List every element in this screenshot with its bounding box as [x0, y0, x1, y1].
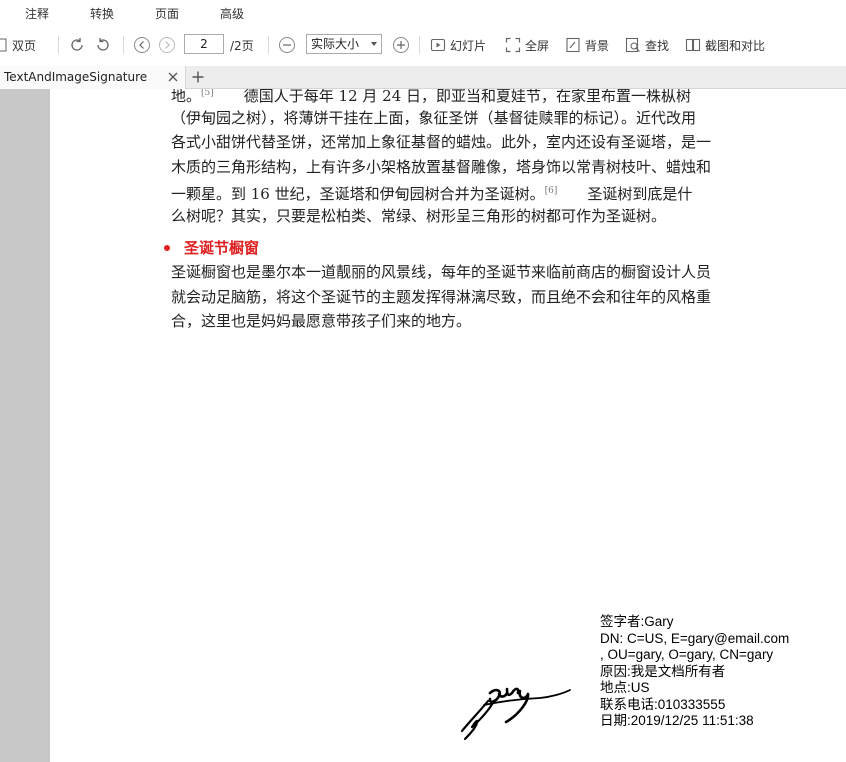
document-page: 地。[5] 德国人于每年 12 月 24 日，即亚当和夏娃节，在家里布置一株枞树…: [50, 89, 846, 762]
zoom-in-icon: [393, 37, 409, 53]
next-page-button[interactable]: [158, 35, 176, 55]
document-tab-title: TextAndImageSignature: [4, 70, 148, 84]
line-text: 地。: [171, 89, 202, 105]
prev-page-button[interactable]: [133, 35, 151, 55]
add-tab-icon[interactable]: [191, 70, 205, 84]
snapshot-compare-button[interactable]: 截图和对比: [685, 35, 765, 55]
background-icon: [566, 37, 580, 53]
menu-advanced[interactable]: 高级: [220, 5, 244, 22]
slideshow-icon: [430, 38, 446, 52]
fullscreen-label: 全屏: [525, 38, 550, 53]
section-heading: 圣诞节橱窗: [164, 237, 259, 258]
document-tab[interactable]: TextAndImageSignature: [0, 66, 186, 89]
background-button[interactable]: 背景: [565, 35, 609, 55]
toolbar: 双页 幻灯片 全屏 背景 查找 截图和对比: [0, 26, 846, 64]
toolbar-divider: [123, 36, 124, 54]
signature-image: [460, 687, 571, 741]
zoom-select[interactable]: 实际大小: [306, 34, 382, 54]
menu-bar: 注释 转换 页面 高级: [0, 0, 846, 26]
left-gutter: [0, 89, 50, 762]
sign-date: 日期:2019/12/25 11:51:38: [600, 713, 754, 728]
zoom-value: 实际大小: [311, 37, 360, 51]
slideshow-label: 幻灯片: [450, 38, 487, 53]
compare-icon: [685, 38, 701, 52]
bullet-icon: [164, 244, 170, 251]
text-line: 地。[5] 德国人于每年 12 月 24 日，即亚当和夏娃节，在家里布置一株枞树: [171, 89, 751, 106]
double-page-button[interactable]: 双页: [0, 35, 36, 55]
text-line: 么树呢？其实，只要是松柏类、常绿、树形呈三角形的树都可作为圣诞树。: [171, 206, 667, 225]
line-text: 一颗星。到 16 世纪，圣诞塔和伊甸园树合并为圣诞树。: [171, 185, 545, 203]
text-line: 木质的三角形结构，上有许多小架格放置基督雕像，塔身饰以常青树枝叶、蜡烛和: [171, 157, 712, 176]
fullscreen-icon: [505, 37, 521, 53]
footnote-ref: [6]: [544, 186, 558, 196]
sign-location: 地点:US: [600, 680, 650, 695]
rotate-clockwise-icon: [71, 38, 83, 51]
signature-details: 签字者:Gary DN: C=US, E=gary@email.com , OU…: [600, 614, 846, 730]
find-label: 查找: [645, 38, 670, 53]
rotate-cw-button[interactable]: [68, 35, 86, 55]
zoom-out-button[interactable]: [278, 35, 296, 55]
background-label: 背景: [585, 38, 610, 53]
footnote-ref: [5]: [201, 89, 214, 98]
section-heading-text: 圣诞节橱窗: [184, 239, 260, 257]
rotate-counterclockwise-icon: [97, 38, 109, 51]
zoom-out-icon: [279, 37, 295, 53]
menu-page[interactable]: 页面: [155, 5, 179, 22]
line-text-continued: 德国人于每年 12 月 24 日，即亚当和夏娃节，在家里布置一株枞树: [213, 89, 692, 105]
menu-convert[interactable]: 转换: [90, 5, 114, 22]
find-button[interactable]: 查找: [625, 35, 669, 55]
rotate-ccw-button[interactable]: [94, 35, 112, 55]
contact-phone: 联系电话:010333555: [600, 696, 726, 712]
page-number-input[interactable]: 2: [184, 34, 224, 54]
text-line: 各式小甜饼代替圣饼，还常加上象征基督的蜡烛。此外，室内还设有圣诞塔，是一: [171, 133, 712, 151]
signer-dn-continued: , OU=gary, O=gary, CN=gary: [600, 647, 774, 662]
text-line: 合，这里也是妈妈最愿意带孩子们来的地方。: [171, 312, 472, 330]
chevron-left-icon: [134, 37, 150, 53]
slideshow-button[interactable]: 幻灯片: [430, 35, 486, 55]
tab-strip: TextAndImageSignature: [0, 66, 846, 89]
zoom-in-button[interactable]: [392, 35, 410, 55]
page-total: /2页: [230, 39, 254, 53]
chevron-down-icon: [371, 42, 377, 46]
text-line: 圣诞橱窗也是墨尔本一道靓丽的风景线，每年的圣诞节来临前商店的橱窗设计人员: [171, 263, 712, 281]
fullscreen-button[interactable]: 全屏: [505, 35, 549, 55]
text-line: 就会动足脑筋，将这个圣诞节的主题发挥得淋漓尽致，而且绝不会和往年的风格重: [171, 287, 712, 306]
toolbar-divider: [419, 36, 420, 54]
search-icon: [625, 37, 640, 53]
line-text-continued: 圣诞树到底是什: [557, 185, 693, 203]
snapshot-compare-label: 截图和对比: [705, 38, 766, 53]
text-line: 一颗星。到 16 世纪，圣诞塔和伊甸园树合并为圣诞树。[6] 圣诞树到底是什: [171, 179, 751, 204]
paragraph-christmas-window: 圣诞橱窗也是墨尔本一道靓丽的风景线，每年的圣诞节来临前商店的橱窗设计人员 就会动…: [171, 260, 751, 334]
toolbar-divider: [268, 36, 269, 54]
signer: 签字者:Gary: [600, 614, 674, 629]
paragraph-christmas-tree: 地。[5] 德国人于每年 12 月 24 日，即亚当和夏娃节，在家里布置一株枞树…: [171, 89, 751, 228]
sign-reason: 原因:我是文档所有者: [600, 663, 726, 679]
double-page-icon: [0, 38, 7, 52]
signer-dn: DN: C=US, E=gary@email.com: [600, 630, 790, 646]
text-line: （伊甸园之树），将薄饼干挂在上面，象征圣饼（基督徒赎罪的标记）。近代改用: [171, 108, 697, 127]
double-page-label: 双页: [12, 38, 37, 53]
menu-annotate[interactable]: 注释: [25, 5, 49, 22]
chevron-right-icon: [159, 37, 175, 53]
close-icon[interactable]: [166, 70, 180, 84]
toolbar-divider: [58, 36, 59, 54]
